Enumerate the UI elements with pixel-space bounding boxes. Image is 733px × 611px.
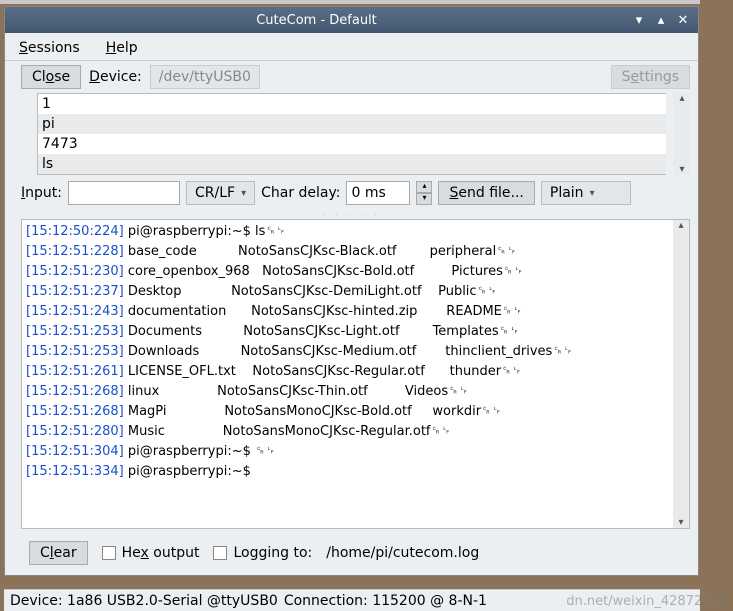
timestamp: [15:12:51:268]	[26, 384, 124, 399]
console-line: [15:12:51:243] documentation NotoSansCJK…	[26, 302, 669, 322]
logging-label: Logging to:	[233, 545, 312, 561]
timestamp: [15:12:51:268]	[26, 404, 124, 419]
console-text: pi@raspberrypi:~$ ␍␊	[124, 444, 276, 459]
console-line: [15:12:51:334] pi@raspberrypi:~$	[26, 462, 669, 482]
console-line: [15:12:51:304] pi@raspberrypi:~$ ␍␊	[26, 442, 669, 462]
history-item[interactable]: pi	[38, 114, 666, 134]
timestamp: [15:12:50:224]	[26, 224, 124, 239]
timestamp: [15:12:51:304]	[26, 444, 124, 459]
hex-output-label: Hex output	[122, 545, 200, 561]
console-line: [15:12:51:237] Desktop NotoSansCJKsc-Dem…	[26, 282, 669, 302]
console-text: Music NotoSansMonoCJKsc-Regular.otf␍␊	[124, 424, 452, 439]
console-text: MagPi NotoSansMonoCJKsc-Bold.otf workdir…	[124, 404, 502, 419]
console-text: Desktop NotoSansCJKsc-DemiLight.otf Publ…	[124, 284, 498, 299]
timestamp: [15:12:51:253]	[26, 344, 124, 359]
status-connection: Connection: 115200 @ 8-N-1	[284, 593, 487, 609]
log-path: /home/pi/cutecom.log	[326, 545, 479, 561]
timestamp: [15:12:51:253]	[26, 324, 124, 339]
titlebar[interactable]: CuteCom - Default ▾ ▴ ✕	[5, 7, 698, 33]
console-line: [15:12:51:261] LICENSE_OFL.txt NotoSansC…	[26, 362, 669, 382]
console-text: core_openbox_968 NotoSansCJKsc-Bold.otf …	[124, 264, 524, 279]
chevron-down-icon: ▾	[590, 188, 595, 199]
menu-help[interactable]: Help	[102, 38, 142, 58]
char-delay-label: Char delay:	[261, 185, 340, 201]
history-list[interactable]: 1pi7473ls	[38, 94, 666, 174]
console-output[interactable]: [15:12:50:224] pi@raspberrypi:~$ ls␍␊[15…	[22, 220, 673, 528]
step-up-icon[interactable]: ▴	[416, 181, 432, 193]
menu-sessions[interactable]: Sessions	[15, 38, 84, 58]
timestamp: [15:12:51:243]	[26, 304, 124, 319]
format-select[interactable]: Plain ▾	[541, 181, 631, 205]
timestamp: [15:12:51:237]	[26, 284, 124, 299]
logging-checkbox[interactable]	[213, 546, 227, 560]
console-text: LICENSE_OFL.txt NotoSansCJKsc-Regular.ot…	[124, 364, 522, 379]
scroll-down-icon[interactable]: ▾	[679, 164, 684, 175]
timestamp: [15:12:51:261]	[26, 364, 124, 379]
splitter-handle[interactable]: · · · · ·	[5, 211, 698, 219]
format-value: Plain	[550, 185, 584, 201]
close-icon[interactable]: ✕	[672, 11, 694, 29]
app-window: CuteCom - Default ▾ ▴ ✕ Sessions Help Cl…	[4, 6, 699, 576]
console-scrollbar[interactable]: ▴ ▾	[673, 220, 689, 528]
close-button[interactable]: Close	[21, 65, 81, 89]
line-ending-select[interactable]: CR/LF ▾	[186, 181, 255, 205]
device-combo[interactable]: /dev/ttyUSB0	[150, 65, 260, 89]
scroll-up-icon[interactable]: ▴	[678, 220, 683, 231]
timestamp: [15:12:51:334]	[26, 464, 124, 479]
history-item[interactable]: 7473	[38, 134, 666, 154]
device-label: Device:	[89, 69, 142, 85]
console-line: [15:12:51:268] MagPi NotoSansMonoCJKsc-B…	[26, 402, 669, 422]
console-text: linux NotoSansCJKsc-Thin.otf Videos␍␊	[124, 384, 469, 399]
step-down-icon[interactable]: ▾	[416, 193, 432, 205]
timestamp: [15:12:51:280]	[26, 424, 124, 439]
send-file-button[interactable]: Send file...	[438, 181, 534, 205]
console-text: Downloads NotoSansCJKsc-Medium.otf thinc…	[124, 344, 573, 359]
minimize-icon[interactable]: ▾	[628, 11, 650, 29]
menubar: Sessions Help	[5, 33, 698, 61]
timestamp: [15:12:51:230]	[26, 264, 124, 279]
history-item[interactable]: 1	[38, 94, 666, 114]
history-scrollbar[interactable]: ▴ ▾	[674, 93, 690, 175]
window-title: CuteCom - Default	[5, 13, 628, 28]
console-line: [15:12:51:268] linux NotoSansCJKsc-Thin.…	[26, 382, 669, 402]
console-text: documentation NotoSansCJKsc-hinted.zip R…	[124, 304, 523, 319]
input-field[interactable]	[68, 181, 180, 205]
console-line: [15:12:51:253] Documents NotoSansCJKsc-L…	[26, 322, 669, 342]
hex-output-checkbox[interactable]	[102, 546, 116, 560]
scroll-up-icon[interactable]: ▴	[679, 93, 684, 104]
watermark: dn.net/weixin_42872868	[566, 594, 727, 609]
console-text: base_code NotoSansCJKsc-Black.otf periph…	[124, 244, 517, 259]
char-delay-field[interactable]	[346, 181, 410, 205]
maximize-icon[interactable]: ▴	[650, 11, 672, 29]
console-line: [15:12:51:228] base_code NotoSansCJKsc-B…	[26, 242, 669, 262]
line-ending-value: CR/LF	[195, 185, 235, 201]
console-line: [15:12:51:253] Downloads NotoSansCJKsc-M…	[26, 342, 669, 362]
clear-button[interactable]: Clear	[29, 541, 88, 565]
chevron-down-icon: ▾	[241, 188, 246, 199]
console-text: Documents NotoSansCJKsc-Light.otf Templa…	[124, 324, 520, 339]
scroll-down-icon[interactable]: ▾	[678, 517, 683, 528]
console-line: [15:12:51:280] Music NotoSansMonoCJKsc-R…	[26, 422, 669, 442]
settings-button[interactable]: Settings	[611, 65, 690, 89]
timestamp: [15:12:51:228]	[26, 244, 124, 259]
status-device: Device: 1a86 USB2.0-Serial @ttyUSB0	[10, 593, 278, 609]
console-text: pi@raspberrypi:~$ ls␍␊	[124, 224, 286, 239]
input-label: Input:	[21, 185, 62, 201]
console-text: pi@raspberrypi:~$	[124, 464, 255, 479]
history-item[interactable]: ls	[38, 154, 666, 174]
char-delay-stepper[interactable]: ▴ ▾	[416, 181, 432, 205]
console-line: [15:12:51:230] core_openbox_968 NotoSans…	[26, 262, 669, 282]
console-line: [15:12:50:224] pi@raspberrypi:~$ ls␍␊	[26, 222, 669, 242]
